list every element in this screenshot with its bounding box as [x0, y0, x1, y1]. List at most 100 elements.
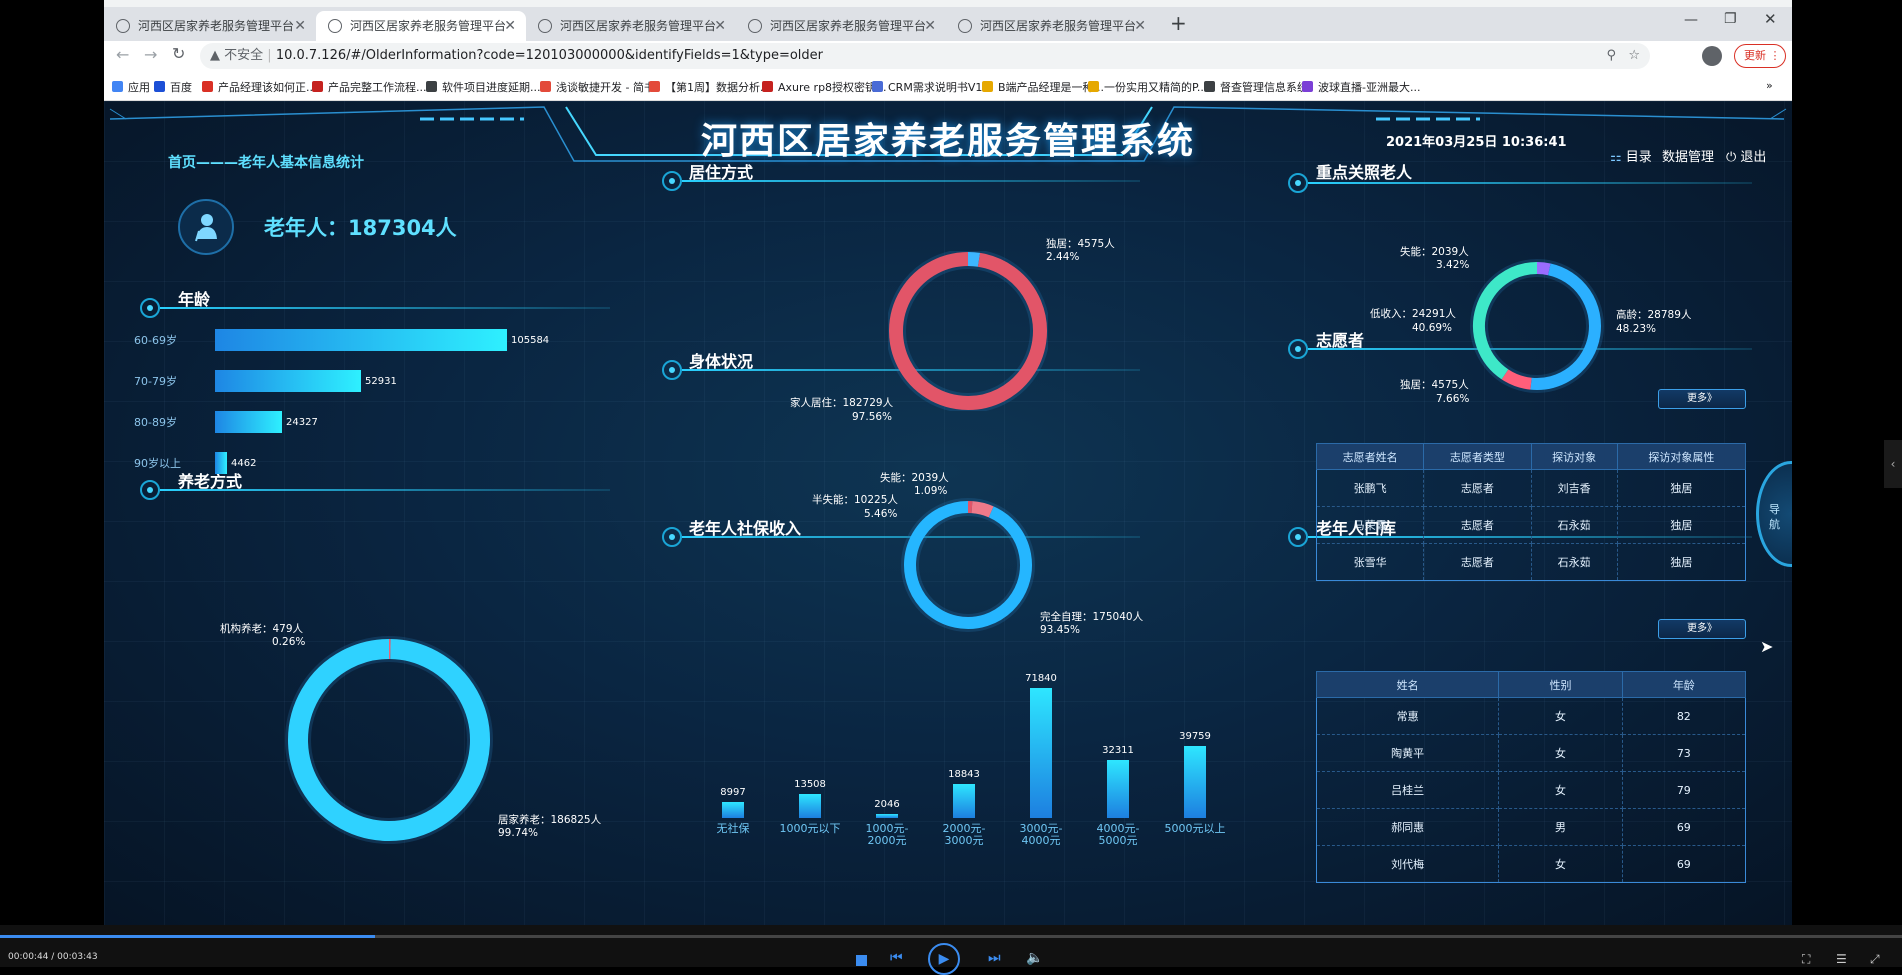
nav-exit[interactable]: ⏻ 退出 — [1726, 146, 1766, 165]
bookmark-item[interactable]: 波球直播-亚洲最大... — [1302, 79, 1420, 95]
table-row[interactable]: 郝同惠男69 — [1317, 809, 1746, 846]
nav-exit-label: 退出 — [1740, 150, 1766, 165]
table-header: 姓名 — [1317, 672, 1499, 698]
living-alone-label: 独居：4575人 — [1046, 238, 1115, 251]
section-dot-icon — [1288, 339, 1308, 359]
donut-slice — [972, 507, 991, 512]
bookmark-icon — [649, 81, 660, 92]
bookmark-item[interactable]: 产品经理该如何正... — [202, 79, 317, 95]
bookmark-item[interactable]: 【第1周】数据分析... — [649, 79, 771, 95]
next-icon[interactable]: ⏭ — [988, 950, 1001, 966]
window-close-button[interactable]: ✕ — [1764, 10, 1777, 28]
bookmark-item[interactable]: 应用 — [112, 79, 150, 95]
care-home-pct: 99.74% — [498, 827, 538, 840]
table-row[interactable]: 刘代梅女69 — [1317, 846, 1746, 883]
section-dot-icon — [140, 298, 160, 318]
panel-toggle-button[interactable]: ‹ — [1884, 440, 1902, 488]
omnibox[interactable]: ▲ 不安全 | 10.0.7.126/#/OlderInformation?co… — [200, 43, 1650, 69]
new-tab-button[interactable]: + — [1170, 11, 1187, 35]
warning-icon: ▲ — [210, 48, 224, 63]
bookmark-icon — [1302, 81, 1313, 92]
table-cell: 志愿者 — [1424, 507, 1531, 544]
table-row[interactable]: 马荣霞志愿者石永茹独居 — [1317, 507, 1746, 544]
table-row[interactable]: 吕桂兰女79 — [1317, 772, 1746, 809]
screenshot-icon[interactable]: ⛶ — [1802, 952, 1810, 967]
volunteer-more-button[interactable]: 更多》 — [1658, 389, 1746, 409]
close-icon[interactable]: ✕ — [924, 11, 936, 41]
income-category-label: 4000元-5000元 — [1084, 823, 1152, 847]
bookmark-label: 浅谈敏捷开发 - 简书 — [556, 81, 655, 94]
bookmark-item[interactable]: 一份实用又精简的P... — [1088, 79, 1207, 95]
table-row[interactable]: 张雪华志愿者石永茹独居 — [1317, 544, 1746, 581]
close-icon[interactable]: ✕ — [294, 11, 306, 41]
population-more-button[interactable]: 更多》 — [1658, 619, 1746, 639]
bookmark-item[interactable]: 产品完整工作流程... — [312, 79, 427, 95]
play-button[interactable]: ▶ — [928, 943, 960, 975]
nav-menu-label: 目录 — [1626, 150, 1652, 165]
browser-tab-active[interactable]: 河西区居家养老服务管理平台✕ — [316, 11, 526, 41]
browser-tab[interactable]: 河西区居家养老服务管理平台✕ — [526, 11, 736, 41]
income-bar — [1184, 746, 1206, 818]
income-category-label: 1000元以下 — [776, 823, 844, 835]
stop-icon[interactable] — [856, 955, 867, 966]
browser-tab[interactable]: 河西区居家养老服务管理平台✕ — [946, 11, 1156, 41]
age-category-label: 60-69岁 — [134, 334, 177, 347]
section-dot-icon — [1288, 173, 1308, 193]
fullscreen-icon[interactable]: ⤢ — [1870, 952, 1880, 967]
minimize-button[interactable]: — — [1684, 12, 1698, 28]
nav-menu[interactable]: ⚏ 目录 — [1610, 146, 1652, 165]
table-cell: 独居 — [1617, 544, 1745, 581]
bookmark-item[interactable]: 督查管理信息系统 — [1204, 79, 1308, 95]
bookmark-label: 产品经理该如何正... — [218, 81, 317, 94]
table-row[interactable]: 张鹏飞志愿者刘吉香独居 — [1317, 470, 1746, 507]
table-row[interactable]: 常惠女82 — [1317, 698, 1746, 735]
back-icon[interactable]: ← — [116, 45, 129, 64]
focus-disabled-label: 失能：2039人 — [1400, 246, 1469, 259]
side-nav-label: 导航 — [1769, 502, 1783, 532]
care-home-label: 居家养老：186825人 — [498, 814, 601, 827]
volume-icon[interactable]: 🔈 — [1026, 950, 1043, 966]
care-donut-chart — [284, 635, 494, 845]
forward-icon[interactable]: → — [144, 45, 157, 64]
zoom-icon[interactable]: ⚲ — [1606, 43, 1616, 69]
table-cell: 79 — [1622, 772, 1745, 809]
bookmark-item[interactable]: B端产品经理是一种... — [982, 79, 1104, 95]
bookmark-item[interactable]: 百度 — [154, 79, 192, 95]
update-button[interactable]: 更新 ⋮ — [1734, 44, 1786, 68]
close-icon[interactable]: ✕ — [714, 11, 726, 41]
profile-avatar[interactable] — [1702, 46, 1722, 66]
url-text: 10.0.7.126/#/OlderInformation?code=12010… — [276, 48, 823, 63]
table-cell: 志愿者 — [1424, 470, 1531, 507]
section-line — [160, 489, 610, 491]
bookmarks-bar: 应用百度 产品经理该如何正...产品完整工作流程...软件项目进度延期... 浅谈敏… — [104, 71, 1792, 101]
browser-tab[interactable]: 河西区居家养老服务管理平台✕ — [736, 11, 946, 41]
browser-tab[interactable]: 河西区居家养老服务管理平台✕ — [104, 11, 316, 41]
progress-track[interactable] — [0, 935, 1902, 938]
restore-button[interactable]: ❐ — [1724, 11, 1737, 27]
bookmark-item[interactable]: 浅谈敏捷开发 - 简书 — [540, 79, 655, 95]
bookmark-item[interactable]: 软件项目进度延期... — [426, 79, 541, 95]
close-icon[interactable]: ✕ — [504, 11, 516, 41]
section-dot-icon — [1288, 527, 1308, 547]
table-cell: 志愿者 — [1424, 544, 1531, 581]
prev-icon[interactable]: ⏮ — [890, 950, 903, 966]
section-dot-icon — [662, 171, 682, 191]
star-icon[interactable]: ☆ — [1628, 43, 1640, 69]
bookmarks-overflow-icon[interactable]: » — [1766, 79, 1773, 92]
close-icon[interactable]: ✕ — [1134, 11, 1146, 41]
table-cell: 马荣霞 — [1317, 507, 1424, 544]
playback-time: 00:00:44 / 00:03:43 — [8, 952, 98, 962]
bookmark-icon — [112, 81, 123, 92]
bookmark-item[interactable]: Axure rp8授权密钥... — [762, 79, 887, 95]
bookmark-item[interactable]: CRM需求说明书V1... — [872, 79, 993, 95]
nav-data[interactable]: 数据管理 — [1662, 146, 1714, 165]
donut-slice — [896, 259, 1040, 403]
section-dot-icon — [140, 480, 160, 500]
table-cell: 女 — [1499, 735, 1622, 772]
reload-icon[interactable]: ↻ — [172, 44, 185, 63]
settings-icon[interactable]: ☰ — [1836, 952, 1847, 966]
table-row[interactable]: 陶黄平女73 — [1317, 735, 1746, 772]
age-category-label: 80-89岁 — [134, 416, 177, 429]
table-cell: 82 — [1622, 698, 1745, 735]
income-category-label: 5000元以上 — [1161, 823, 1229, 835]
